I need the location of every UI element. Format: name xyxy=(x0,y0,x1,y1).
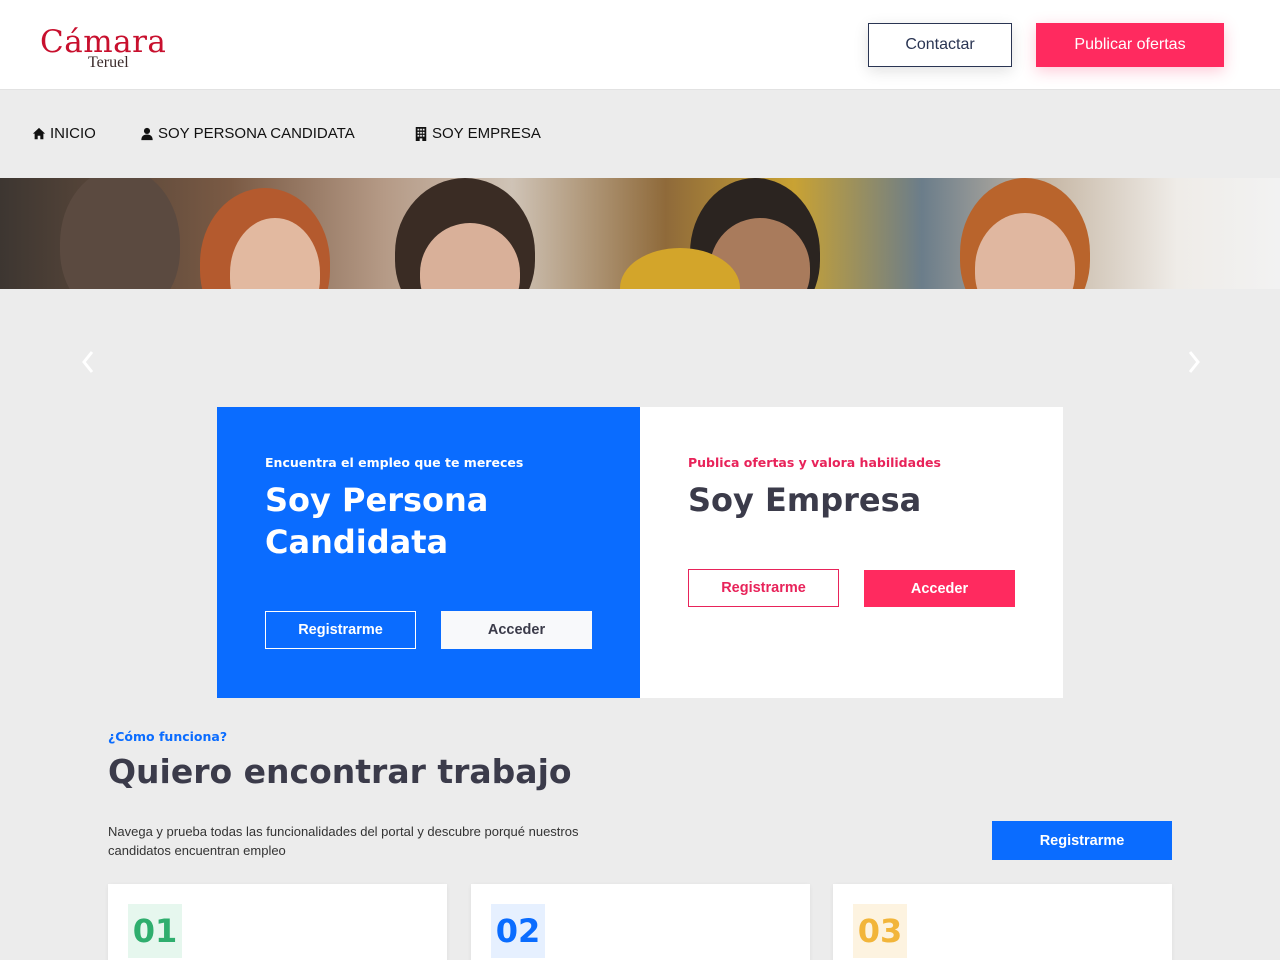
step-number: 01 xyxy=(128,904,182,958)
nav-item-label: SOY EMPRESA xyxy=(432,125,541,142)
nav-item-candidata[interactable]: SOY PERSONA CANDIDATA xyxy=(140,125,355,142)
step-card-1: 01 xyxy=(108,884,447,960)
user-icon xyxy=(141,127,153,140)
site-header: Cámara Teruel Contactar Publicar ofertas xyxy=(0,0,1280,90)
company-register-button[interactable]: Registrarme xyxy=(688,569,839,607)
publish-offers-button[interactable]: Publicar ofertas xyxy=(1036,23,1224,67)
step-card-2: 02 xyxy=(471,884,810,960)
step-number: 03 xyxy=(853,904,907,958)
step-number: 02 xyxy=(491,904,545,958)
how-it-works-description: Navega y prueba todas las funcionalidade… xyxy=(108,824,579,858)
candidate-register-button[interactable]: Registrarme xyxy=(265,611,416,649)
nav-item-empresa[interactable]: SOY EMPRESA xyxy=(414,125,541,142)
candidate-card-title: Soy Persona Candidata xyxy=(265,481,489,561)
company-card: Publica ofertas y valora habilidades Soy… xyxy=(640,407,1063,698)
hero-banner-image xyxy=(0,178,1280,289)
logo-sub-text: Teruel xyxy=(88,54,129,71)
home-icon xyxy=(32,127,46,139)
candidate-card-kicker: Encuentra el empleo que te mereces xyxy=(265,455,524,470)
step-card-3: 03 xyxy=(833,884,1172,960)
contact-button[interactable]: Contactar xyxy=(868,23,1012,67)
chevron-left-icon xyxy=(82,351,94,373)
nav-item-label: SOY PERSONA CANDIDATA xyxy=(158,125,355,142)
chevron-right-icon xyxy=(1188,351,1200,373)
camara-teruel-logo[interactable]: Cámara Teruel xyxy=(40,22,180,74)
how-it-works-title: Quiero encontrar trabajo xyxy=(108,752,572,791)
candidate-login-button[interactable]: Acceder xyxy=(441,611,592,649)
nav-item-label: INICIO xyxy=(50,125,96,142)
nav-item-inicio[interactable]: INICIO xyxy=(32,125,96,142)
register-button[interactable]: Registrarme xyxy=(992,821,1172,860)
company-card-title: Soy Empresa xyxy=(688,481,922,519)
company-card-kicker: Publica ofertas y valora habilidades xyxy=(688,455,941,470)
main-nav: INICIO SOY PERSONA CANDIDATA SOY EMPRESA xyxy=(0,91,1280,178)
building-icon xyxy=(415,126,427,141)
how-it-works-kicker: ¿Cómo funciona? xyxy=(108,729,228,744)
carousel-next-button[interactable] xyxy=(1184,348,1204,376)
company-login-button[interactable]: Acceder xyxy=(864,570,1015,607)
candidate-card: Encuentra el empleo que te mereces Soy P… xyxy=(217,407,640,698)
carousel-prev-button[interactable] xyxy=(78,348,98,376)
